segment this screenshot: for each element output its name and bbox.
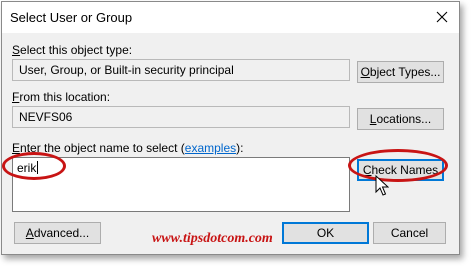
object-type-field: User, Group, or Built-in security princi… bbox=[12, 59, 350, 81]
text-caret bbox=[37, 161, 39, 174]
location-field: NEVFS06 bbox=[12, 106, 350, 128]
watermark: www.tipsdotcom.com bbox=[152, 231, 273, 246]
mouse-pointer-icon bbox=[375, 175, 389, 196]
close-button[interactable] bbox=[427, 4, 457, 30]
location-label: From this location: bbox=[12, 90, 111, 104]
close-icon bbox=[436, 11, 448, 23]
check-names-button[interactable]: Check Names bbox=[357, 159, 444, 181]
locations-button[interactable]: Locations... bbox=[357, 108, 444, 130]
object-name-input[interactable]: erik bbox=[12, 157, 350, 212]
title-bar: Select User or Group bbox=[2, 2, 459, 33]
object-name-label: Enter the object name to select (example… bbox=[12, 141, 244, 155]
object-type-label: Select this object type: bbox=[12, 43, 133, 57]
dialog-title: Select User or Group bbox=[10, 10, 133, 25]
object-types-button[interactable]: Object Types... bbox=[357, 61, 444, 83]
advanced-button[interactable]: Advanced... bbox=[14, 222, 101, 244]
select-user-dialog: Select User or Group Select this object … bbox=[1, 1, 460, 255]
ok-button[interactable]: OK bbox=[282, 222, 369, 244]
cancel-button[interactable]: Cancel bbox=[373, 222, 446, 244]
examples-link[interactable]: examples bbox=[185, 141, 236, 155]
